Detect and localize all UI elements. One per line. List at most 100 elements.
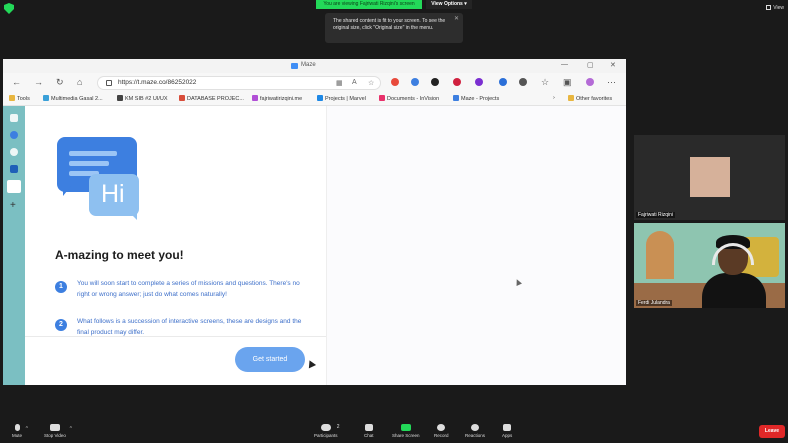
sidebar-app-icon[interactable] <box>10 131 18 139</box>
extension-icon[interactable] <box>453 78 461 86</box>
mouse-cursor-icon <box>514 278 522 286</box>
minimize-icon[interactable]: — <box>561 61 568 68</box>
extension-icon[interactable] <box>411 78 419 86</box>
share-screen-button[interactable]: Share Screen <box>392 424 420 438</box>
participant-name: Fajriwati Rizqini <box>636 212 676 218</box>
extension-icon[interactable] <box>431 78 439 86</box>
microphone-icon <box>14 424 20 431</box>
refresh-icon[interactable]: ↻ <box>56 77 64 88</box>
lock-icon <box>106 80 112 86</box>
home-icon[interactable]: ⌂ <box>77 77 82 87</box>
shared-browser-window: Maze — ▢ ✕ ← → ↻ ⌂ https://t.maze.co/862… <box>3 59 626 385</box>
bookmark-item[interactable]: fajriwatirizqini.me <box>252 95 302 102</box>
site-icon <box>252 95 258 101</box>
bookmark-item[interactable]: Other favorites <box>568 95 612 102</box>
chat-icon <box>364 424 373 431</box>
profile-avatar[interactable] <box>586 78 594 86</box>
participants-count: 2 <box>336 424 340 430</box>
bookmark-item[interactable]: Multimedia Gasal 2... <box>43 95 103 102</box>
step-text: What follows is a succession of interact… <box>77 318 302 336</box>
close-icon[interactable]: ✕ <box>454 16 459 23</box>
apps-icon <box>503 424 512 431</box>
avatar <box>690 157 730 197</box>
welcome-headline: A-mazing to meet you! <box>55 248 184 262</box>
step-text: You will soon start to complete a series… <box>77 280 300 298</box>
read-aloud-icon[interactable]: A <box>352 79 357 86</box>
stop-video-button[interactable]: Stop Video ^ <box>44 424 72 438</box>
sidebar-app-icon[interactable] <box>10 148 18 156</box>
sidebar-app-icon[interactable] <box>7 180 21 193</box>
bookmark-item[interactable]: DATABASE PROJEC... <box>179 95 244 102</box>
edge-sidebar: + <box>3 106 25 385</box>
forward-icon[interactable]: → <box>34 77 43 87</box>
get-started-button[interactable]: Get started <box>235 347 305 372</box>
participant-tile[interactable]: Fajriwati Rizqini <box>634 135 785 220</box>
close-window-icon[interactable]: ✕ <box>610 61 616 69</box>
meeting-toolbar: Mute ^ Stop Video ^ Participants 2 Chat … <box>0 418 788 443</box>
page-content: + Hi A-mazing to meet you! 1 You will so… <box>3 106 626 385</box>
site-icon <box>317 95 323 101</box>
folder-icon <box>9 95 15 101</box>
participant-tile[interactable]: Ferdi Julandra <box>634 223 785 308</box>
favorites-icon[interactable]: ☆ <box>541 77 549 88</box>
bookmarks-overflow-icon[interactable]: › <box>553 95 555 101</box>
browser-navbar: ← → ↻ ⌂ https://t.maze.co/86252022 ▦ A ☆… <box>3 73 626 93</box>
tooltip-text: The shared content is fit to your screen… <box>333 18 446 31</box>
participant-video <box>634 223 785 308</box>
mute-button[interactable]: Mute ^ <box>12 424 28 438</box>
url-text: https://t.maze.co/86252022 <box>118 79 197 86</box>
site-icon <box>43 95 49 101</box>
leave-button[interactable]: Leave <box>759 425 785 438</box>
sidebar-app-icon[interactable] <box>10 114 18 122</box>
reader-icon[interactable]: ▦ <box>336 79 343 87</box>
maze-favicon-icon <box>291 63 298 69</box>
reactions-button[interactable]: Reactions <box>465 424 485 438</box>
sidebar-app-icon[interactable] <box>10 165 18 173</box>
view-options-button[interactable]: View Options ▾ <box>426 0 472 9</box>
chat-button[interactable]: Chat <box>364 424 374 438</box>
bookmark-item[interactable]: Documents - InVision <box>379 95 439 102</box>
extension-icon[interactable] <box>475 78 483 86</box>
collections-icon[interactable]: ▣ <box>563 77 572 88</box>
chevron-up-icon[interactable]: ^ <box>70 426 72 432</box>
video-camera-icon <box>49 424 60 431</box>
security-shield-icon[interactable] <box>4 3 14 14</box>
add-icon[interactable]: + <box>10 200 16 211</box>
participant-name: Ferdi Julandra <box>636 300 672 306</box>
divider <box>25 336 326 337</box>
bookmark-item[interactable]: Tools <box>9 95 30 102</box>
hi-label: Hi <box>101 180 125 208</box>
smiley-icon <box>471 424 479 431</box>
maximize-icon[interactable]: ▢ <box>587 61 594 69</box>
site-icon <box>379 95 385 101</box>
participants-button[interactable]: Participants 2 <box>314 424 340 438</box>
address-bar[interactable]: https://t.maze.co/86252022 ▦ A ☆ <box>97 76 381 90</box>
share-screen-icon <box>400 424 411 431</box>
mouse-cursor-icon <box>305 358 317 369</box>
extension-icon[interactable] <box>519 78 527 86</box>
back-icon[interactable]: ← <box>12 77 21 87</box>
extension-icon[interactable] <box>391 78 399 86</box>
bookmark-item[interactable]: KM SIB #2 UI/UX <box>117 95 168 102</box>
browser-tab-title: Maze <box>301 62 316 68</box>
browser-titlebar: Maze — ▢ ✕ <box>3 59 626 73</box>
favorite-star-icon[interactable]: ☆ <box>368 79 374 87</box>
apps-button[interactable]: Apps <box>502 424 512 438</box>
step-number: 2 <box>55 319 67 331</box>
maze-welcome-card: Hi A-mazing to meet you! 1 You will soon… <box>25 106 326 385</box>
chat-bubble-tail <box>63 186 71 196</box>
record-icon <box>437 424 446 431</box>
folder-icon <box>568 95 574 101</box>
grid-view-icon <box>766 5 772 11</box>
viewing-banner: You are viewing Fajriwati Rizqini's scre… <box>316 0 422 9</box>
site-icon <box>453 95 459 101</box>
extension-icon[interactable] <box>499 78 507 86</box>
view-toggle-button[interactable]: View <box>766 5 784 11</box>
view-label: View <box>773 5 784 11</box>
record-button[interactable]: Record <box>434 424 449 438</box>
more-menu-icon[interactable]: ⋯ <box>607 77 616 88</box>
bookmark-item[interactable]: Projects | Marvel <box>317 95 366 102</box>
bookmark-item[interactable]: Maze - Projects <box>453 95 499 102</box>
bookmarks-bar: Tools Multimedia Gasal 2... KM SIB #2 UI… <box>3 93 626 106</box>
chevron-up-icon[interactable]: ^ <box>26 426 28 432</box>
